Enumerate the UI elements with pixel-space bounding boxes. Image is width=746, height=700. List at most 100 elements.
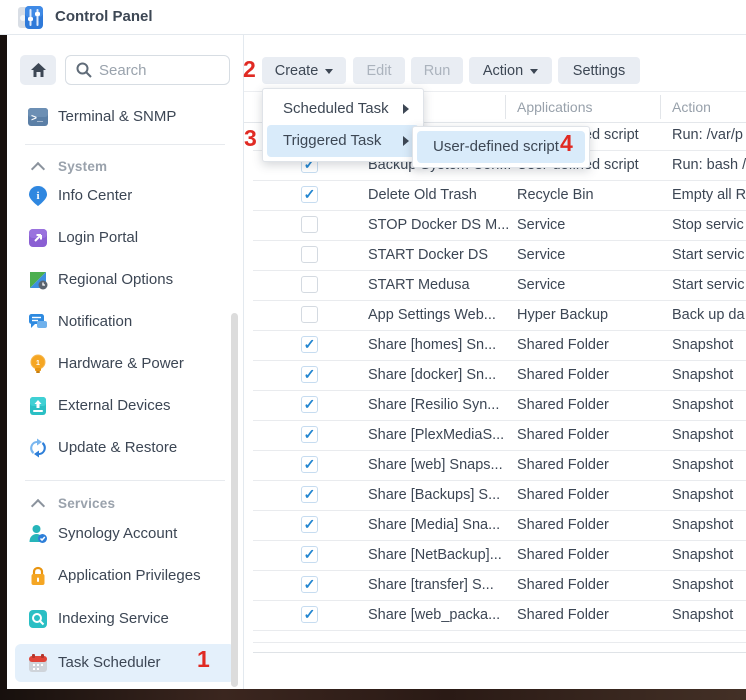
submenu-arrow-icon	[403, 104, 409, 114]
sidebar-item-synology-account[interactable]: Synology Account	[7, 515, 243, 553]
row-checkbox-checked[interactable]: ✓	[301, 336, 318, 353]
create-button[interactable]: Create	[262, 57, 346, 84]
table-row[interactable]: ✓Share [transfer] S...Shared FolderSnaps…	[253, 571, 746, 601]
task-action: Empty all R	[672, 181, 746, 210]
settings-button[interactable]: Settings	[558, 57, 640, 84]
window-titlebar: Control Panel	[0, 0, 746, 35]
row-checkbox-unchecked[interactable]	[301, 216, 318, 233]
info-center-icon: i	[28, 186, 48, 206]
row-checkbox-unchecked[interactable]	[301, 246, 318, 263]
task-name: Share [Backups] S...	[368, 481, 510, 510]
table-row[interactable]: App Settings Web...Hyper BackupBack up d…	[253, 301, 746, 331]
sidebar-item-terminal-snmp[interactable]: >_ Terminal & SNMP	[7, 98, 243, 136]
sidebar-item-indexing-service[interactable]: Indexing Service	[7, 600, 243, 638]
menu-item-triggered-task[interactable]: Triggered Task	[267, 125, 419, 157]
task-applications: Service	[517, 211, 665, 240]
action-button[interactable]: Action	[469, 57, 552, 84]
row-checkbox-checked[interactable]: ✓	[301, 516, 318, 533]
table-row[interactable]: ✓Share [Media] Sna...Shared FolderSnapsh…	[253, 511, 746, 541]
table-row[interactable]: ✓Share [Resilio Syn...Shared FolderSnaps…	[253, 391, 746, 421]
svg-text:i: i	[36, 190, 39, 202]
menu-item-scheduled-task[interactable]: Scheduled Task	[267, 93, 419, 125]
task-name: Share [web] Snaps...	[368, 451, 510, 480]
hardware-power-icon: 1	[28, 354, 48, 374]
sidebar-item-regional-options[interactable]: Regional Options	[7, 261, 243, 299]
row-checkbox-checked[interactable]: ✓	[301, 486, 318, 503]
sidebar-item-external-devices[interactable]: External Devices	[7, 387, 243, 425]
indexing-service-icon	[28, 609, 48, 629]
task-action: Snapshot	[672, 451, 746, 480]
task-action: Back up da	[672, 301, 746, 330]
column-separator[interactable]	[660, 95, 661, 119]
sidebar-item-label: Hardware & Power	[58, 345, 184, 383]
task-applications: Shared Folder	[517, 361, 665, 390]
task-name: Delete Old Trash	[368, 181, 510, 210]
table-row[interactable]: ✓Share [homes] Sn...Shared FolderSnapsho…	[253, 331, 746, 361]
task-name: Share [Resilio Syn...	[368, 391, 510, 420]
task-applications: Shared Folder	[517, 511, 665, 540]
sidebar-divider	[25, 480, 225, 481]
search-input[interactable]: Search	[65, 55, 230, 85]
sidebar-item-hardware-power[interactable]: 1 Hardware & Power	[7, 345, 243, 383]
row-checkbox-checked[interactable]: ✓	[301, 606, 318, 623]
row-checkbox-unchecked[interactable]	[301, 306, 318, 323]
row-checkbox-checked[interactable]: ✓	[301, 576, 318, 593]
edit-button[interactable]: Edit	[353, 57, 405, 84]
home-button[interactable]	[20, 55, 56, 85]
sidebar-item-label: Login Portal	[58, 219, 138, 257]
sidebar-item-update-restore[interactable]: Update & Restore	[7, 429, 243, 467]
row-checkbox-checked[interactable]: ✓	[301, 366, 318, 383]
sidebar-item-application-privileges[interactable]: Application Privileges	[7, 557, 243, 595]
sidebar-scrollbar[interactable]	[231, 313, 238, 687]
table-row[interactable]: ✓Share [web] Snaps...Shared FolderSnapsh…	[253, 451, 746, 481]
table-body: ✓User-defined scriptRun: /var/p✓Backup S…	[244, 121, 746, 631]
column-separator[interactable]	[505, 95, 506, 119]
control-panel-icon	[17, 4, 44, 31]
sidebar-item-label: Notification	[58, 303, 132, 341]
task-applications: Shared Folder	[517, 391, 665, 420]
sidebar-item-login-portal[interactable]: Login Portal	[7, 219, 243, 257]
search-placeholder: Search	[99, 62, 147, 79]
column-header-applications[interactable]: Applications	[517, 92, 593, 122]
task-applications: Shared Folder	[517, 601, 665, 630]
task-applications: Service	[517, 271, 665, 300]
task-action: Snapshot	[672, 511, 746, 540]
sidebar-item-notification[interactable]: Notification	[7, 303, 243, 341]
row-checkbox-checked[interactable]: ✓	[301, 546, 318, 563]
external-devices-icon	[28, 396, 48, 416]
regional-options-icon	[28, 270, 48, 290]
task-action: Snapshot	[672, 421, 746, 450]
window-title: Control Panel	[55, 0, 153, 34]
menu-item-label: User-defined script	[433, 138, 559, 155]
table-row[interactable]: START Docker DSServiceStart servic	[253, 241, 746, 271]
row-checkbox-checked[interactable]: ✓	[301, 456, 318, 473]
table-row[interactable]: ✓Share [web_packa...Shared FolderSnapsho…	[253, 601, 746, 631]
row-checkbox-unchecked[interactable]	[301, 276, 318, 293]
run-button[interactable]: Run	[411, 57, 463, 84]
sidebar-item-info-center[interactable]: i Info Center	[7, 177, 243, 215]
task-action: Snapshot	[672, 361, 746, 390]
table-row[interactable]: ✓Share [NetBackup]...Shared FolderSnapsh…	[253, 541, 746, 571]
table-row[interactable]: ✓Share [docker] Sn...Shared FolderSnapsh…	[253, 361, 746, 391]
row-checkbox-checked[interactable]: ✓	[301, 396, 318, 413]
task-applications: Shared Folder	[517, 331, 665, 360]
sidebar-item-label: Indexing Service	[58, 600, 169, 638]
sidebar-item-label: Task Scheduler	[58, 644, 161, 682]
column-header-action[interactable]: Action	[672, 92, 711, 122]
table-row[interactable]: ✓Share [Backups] S...Shared FolderSnapsh…	[253, 481, 746, 511]
table-row[interactable]: ✓Share [PlexMediaS...Shared FolderSnapsh…	[253, 421, 746, 451]
sidebar: Search >_ Terminal & SNMP System	[7, 34, 244, 689]
table-row[interactable]: STOP Docker DS M...ServiceStop servic	[253, 211, 746, 241]
caret-down-icon	[325, 69, 333, 74]
home-icon	[30, 62, 47, 78]
annotation-2: 2	[243, 56, 256, 83]
task-action: Snapshot	[672, 601, 746, 630]
table-row[interactable]: START MedusaServiceStart servic	[253, 271, 746, 301]
update-restore-icon	[28, 438, 48, 458]
row-checkbox-checked[interactable]: ✓	[301, 426, 318, 443]
row-checkbox-checked[interactable]: ✓	[301, 186, 318, 203]
task-scheduler-icon	[28, 653, 48, 673]
grid-separator	[253, 652, 746, 653]
annotation-1: 1	[197, 646, 210, 673]
table-row[interactable]: ✓Delete Old TrashRecycle BinEmpty all R	[253, 181, 746, 211]
